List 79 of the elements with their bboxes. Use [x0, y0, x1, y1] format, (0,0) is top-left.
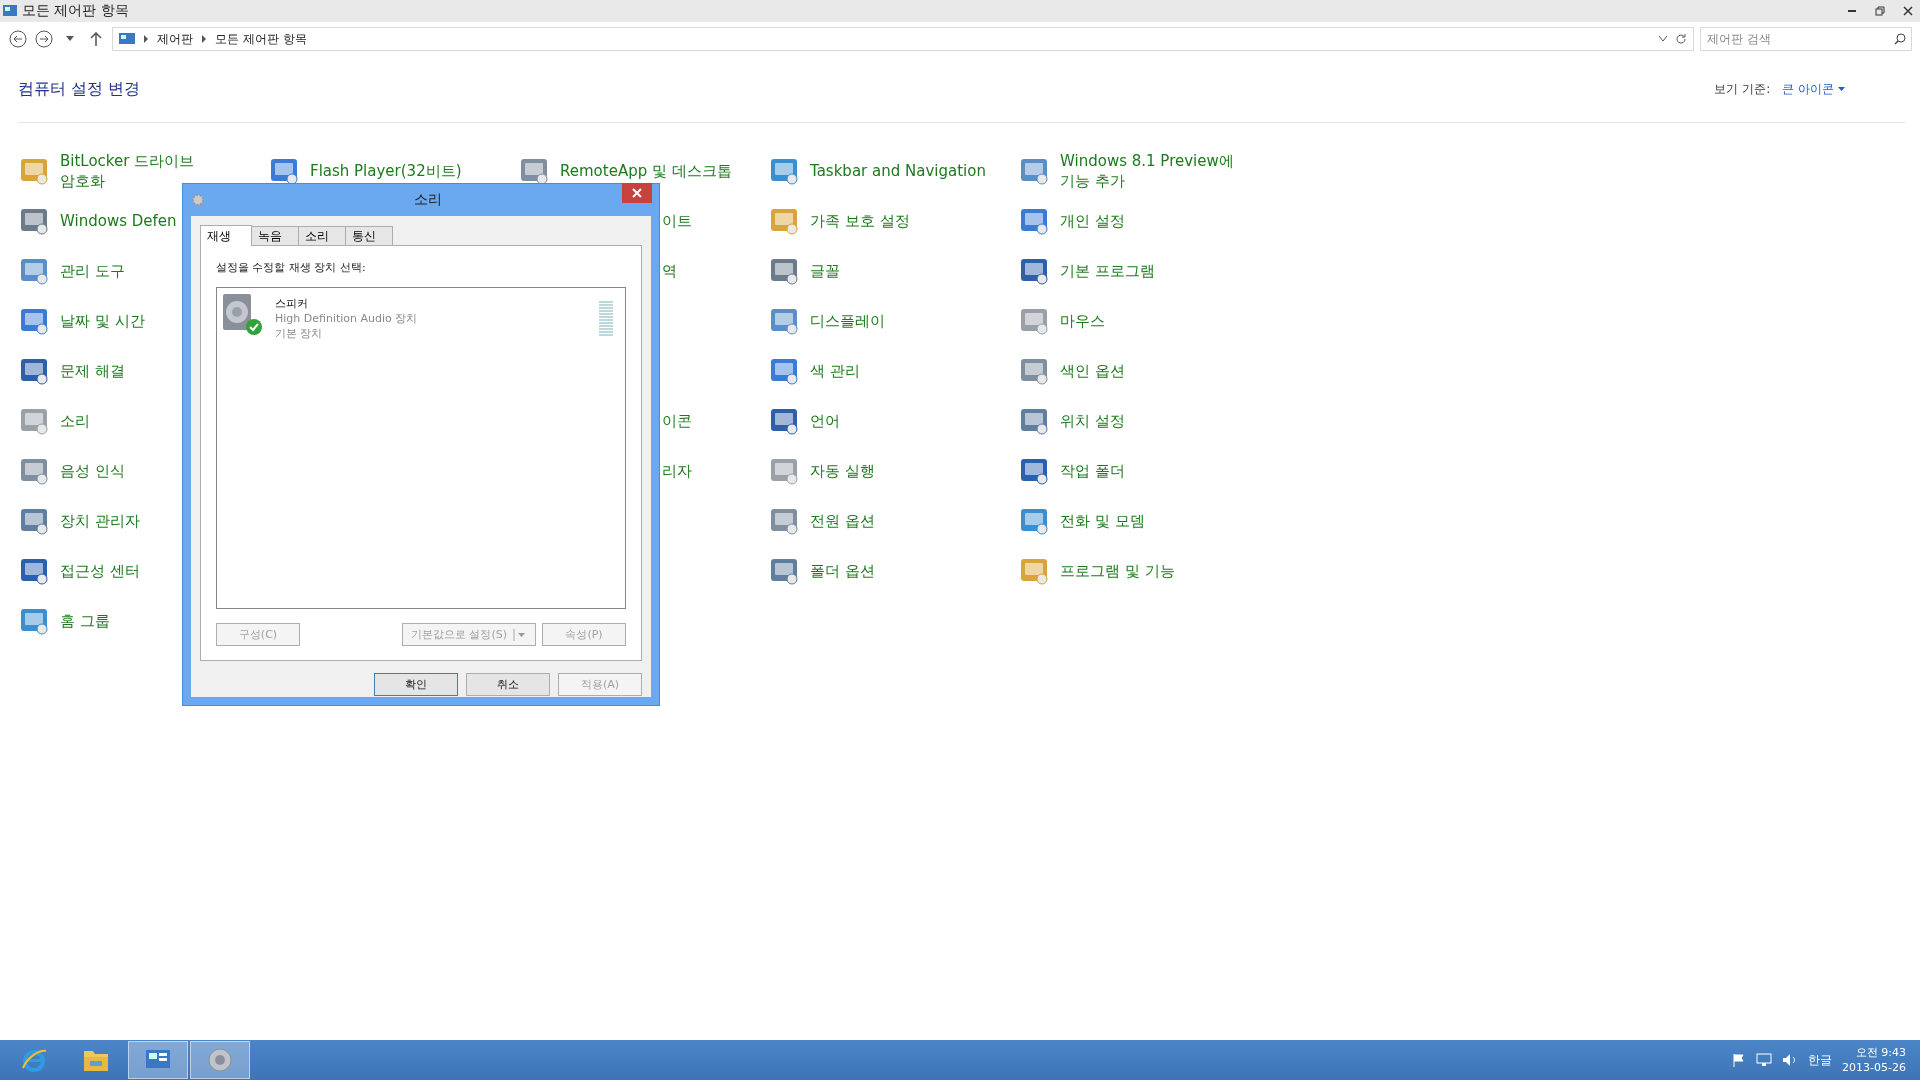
instruction-text: 설정을 수정할 재생 장치 선택: [216, 260, 367, 275]
applet-link[interactable]: 기본 프로그램 [1060, 261, 1155, 281]
control-panel-icon [119, 32, 135, 46]
speaker-icon [221, 292, 263, 336]
device-item[interactable]: 스피커 High Definition Audio 장치 기본 장치 [221, 292, 621, 341]
dialog-button[interactable]: 취소 [466, 673, 550, 696]
search-icon [1894, 33, 1906, 45]
applet-link[interactable]: 마우스 [1060, 311, 1105, 331]
taskbar-button[interactable] [128, 1041, 188, 1079]
applet-link[interactable]: 접근성 센터 [60, 561, 140, 581]
caret-icon [66, 36, 74, 42]
applet-link[interactable]: Windows 8.1 Preview에 기능 추가 [1060, 151, 1265, 191]
applet-link[interactable]: Taskbar and Navigation [810, 161, 986, 181]
applet-link[interactable]: 관리 도구 [60, 261, 125, 281]
applet-link[interactable]: Flash Player(32비트) [310, 161, 462, 181]
control-panel-icon [2, 3, 18, 19]
applet-link[interactable]: 디스플레이 [810, 311, 885, 331]
caret-icon [1838, 86, 1845, 92]
applet-link[interactable]: 문제 해결 [60, 361, 125, 381]
applet-link[interactable]: 음성 인식 [60, 461, 125, 481]
applet-link[interactable]: 프로그램 및 기능 [1060, 561, 1175, 581]
search-field[interactable]: 제어판 검색 [1700, 27, 1912, 51]
applet-link[interactable]: RemoteApp 및 데스크톱 [560, 161, 732, 181]
breadcrumb-item[interactable]: 모든 제어판 항목 [215, 30, 307, 48]
tab[interactable]: 녹음 [251, 226, 299, 246]
applet-link[interactable]: 작업 폴더 [1060, 461, 1125, 481]
address-bar[interactable]: 제어판 모든 제어판 항목 [112, 27, 1694, 51]
applet-link[interactable]: 홈 그룹 [60, 611, 110, 631]
close-button[interactable] [622, 183, 652, 203]
clock[interactable]: 오전 9:43 2013-05-26 [1842, 1045, 1906, 1075]
minimize-icon [1848, 10, 1856, 12]
applet-link[interactable]: 글꼴 [810, 261, 840, 281]
applet-link[interactable]: 전화 및 모뎀 [1060, 511, 1145, 531]
applet-link[interactable]: 색 관리 [810, 361, 860, 381]
applet-link[interactable]: BitLocker 드라이브 암호화 [60, 151, 235, 191]
window-title: 모든 제어판 항목 [22, 2, 130, 20]
applet-link[interactable]: 자동 실행 [810, 461, 875, 481]
applet-link[interactable]: 가족 보호 설정 [810, 211, 910, 231]
tab[interactable]: 재생 [200, 225, 252, 246]
applet-link[interactable]: 개인 설정 [1060, 211, 1125, 231]
tab[interactable]: 통신 [345, 226, 393, 246]
forward-button[interactable] [34, 29, 54, 49]
network-icon[interactable] [1756, 1053, 1773, 1067]
gear-icon [191, 193, 205, 207]
applet-link[interactable]: 장치 관리자 [60, 511, 140, 531]
device-name: 스피커 [275, 296, 309, 311]
applet-link[interactable]: 역 [662, 261, 677, 281]
view-by-label: 보기 기준: [1714, 80, 1771, 98]
restore-icon [1875, 6, 1885, 16]
applet-link[interactable]: 소리 [60, 411, 90, 431]
page-heading: 컴퓨터 설정 변경 [18, 78, 142, 100]
tab[interactable]: 소리 [298, 226, 346, 246]
dialog-button[interactable]: 확인 [374, 673, 458, 696]
applet-link[interactable]: 색인 옵션 [1060, 361, 1125, 381]
applet-link[interactable]: 언어 [810, 411, 840, 431]
applet-link[interactable]: 전원 옵션 [810, 511, 875, 531]
applet-link[interactable]: 리자 [662, 461, 692, 481]
breadcrumb-item[interactable]: 제어판 [157, 30, 193, 48]
back-button[interactable] [8, 29, 28, 49]
device-description: High Definition Audio 장치 [275, 311, 419, 326]
speaker-icon [206, 1046, 234, 1074]
flag-icon[interactable] [1732, 1053, 1747, 1067]
applet-link[interactable]: 위치 설정 [1060, 411, 1125, 431]
chevron-icon [143, 35, 149, 43]
applet-link[interactable]: 이콘 [662, 411, 692, 431]
device-status: 기본 장치 [275, 326, 324, 341]
close-icon [632, 188, 642, 198]
dropdown-icon[interactable] [1659, 36, 1667, 42]
applet-link[interactable]: 폴더 옵션 [810, 561, 875, 581]
refresh-icon[interactable] [1675, 33, 1687, 45]
view-by-dropdown[interactable]: 큰 아이콘 [1782, 80, 1845, 98]
applet-link[interactable]: Windows Defen [60, 211, 177, 231]
dialog-title: 소리 [414, 191, 442, 209]
input-language-indicator[interactable]: 한글 [1808, 1051, 1833, 1069]
applet-link[interactable]: 날짜 및 시간 [60, 311, 145, 331]
applet-link[interactable]: 이트 [662, 211, 692, 231]
caret-icon [513, 628, 527, 641]
close-icon [1903, 6, 1913, 16]
chevron-icon [201, 35, 207, 43]
